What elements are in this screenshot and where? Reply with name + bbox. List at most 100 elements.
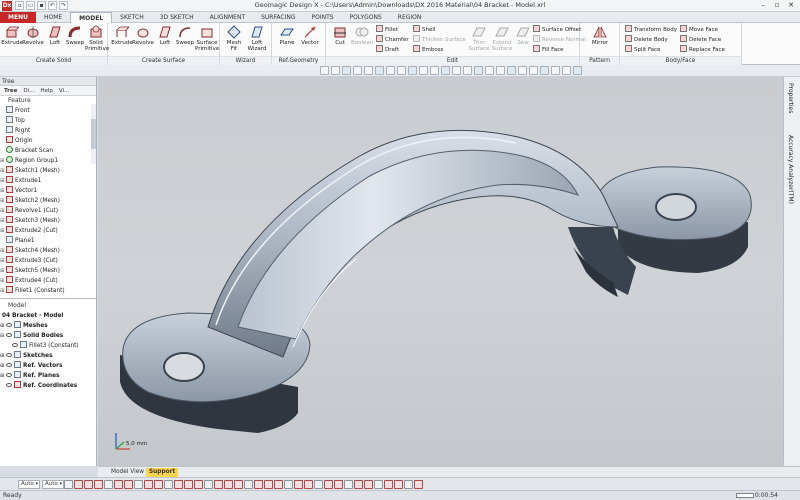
select-sketch-icon[interactable] (134, 480, 143, 489)
display-mode-icon[interactable] (452, 66, 461, 75)
tab-display[interactable]: Di... (21, 86, 36, 95)
through-select-icon[interactable] (284, 480, 293, 489)
tab-points[interactable]: POINTS (303, 12, 341, 23)
visible-only-icon[interactable] (274, 480, 283, 489)
tree-item-sketch1[interactable]: ⊞ Sketch1 (Mesh) (0, 166, 96, 176)
lasso-select-icon[interactable] (474, 66, 483, 75)
boolean-button[interactable]: Boolean (351, 25, 373, 46)
view-cube-icon[interactable] (331, 66, 340, 75)
solid-primitive-button[interactable]: Solid Primitive (85, 25, 109, 52)
tree-item-revolve1[interactable]: ⊞ Revolve1 (Cut) (0, 206, 96, 216)
polyline-select-icon[interactable] (194, 480, 203, 489)
surface-revolve-button[interactable]: Revolve (132, 25, 154, 46)
brush-select-icon[interactable] (485, 66, 494, 75)
surface-primitive-button[interactable]: Surface Primitive (195, 25, 219, 52)
tree-item-front[interactable]: Front (0, 106, 96, 116)
trim-surface-button[interactable]: Trim Surface (468, 25, 490, 52)
selection-filter-combo[interactable]: Auto (18, 480, 40, 489)
tab-home[interactable]: HOME (36, 12, 70, 23)
solid-extrude-button[interactable]: Extrude (1, 25, 23, 46)
eye-icon[interactable] (6, 373, 12, 377)
reverse-normal-button[interactable]: Reverse Normal (533, 35, 586, 44)
model-item-solid-bodies[interactable]: ⊟ Solid Bodies (0, 331, 96, 341)
select-face-icon[interactable] (94, 480, 103, 489)
section-view-icon[interactable] (430, 66, 439, 75)
tab-properties[interactable]: Properties (787, 83, 794, 113)
transform-body-button[interactable]: Transform Body (625, 25, 677, 34)
tree-scrollbar[interactable] (91, 104, 96, 164)
tab-model-view[interactable]: Model View (108, 468, 147, 477)
model-item-sketches[interactable]: ⊞ Sketches (0, 351, 96, 361)
shell-button[interactable]: Shell (413, 25, 435, 34)
ortho-icon[interactable] (384, 480, 393, 489)
zoom-icon[interactable] (397, 66, 406, 75)
cut-button[interactable]: Cut (329, 25, 351, 46)
surface-offset-button[interactable]: Surface Offset (533, 25, 581, 34)
screenshot-icon[interactable] (414, 480, 423, 489)
view-select-icon[interactable] (320, 66, 329, 75)
surface-loft-button[interactable]: Loft (154, 25, 176, 46)
filter-icon[interactable] (496, 66, 505, 75)
loft-wizard-button[interactable]: Loft Wizard (246, 25, 268, 52)
selection-mode-combo[interactable]: Auto (42, 480, 64, 489)
visibility-icon[interactable] (507, 66, 516, 75)
view-front-icon[interactable] (342, 66, 351, 75)
layer-icon[interactable] (324, 480, 333, 489)
minimize-icon[interactable]: – (756, 0, 770, 11)
rotate-icon[interactable] (408, 66, 417, 75)
freeform-select-icon[interactable] (204, 480, 213, 489)
select-vector-icon[interactable] (144, 480, 153, 489)
mirror-button[interactable]: Mirror (589, 25, 611, 46)
undo-view-icon[interactable] (540, 66, 549, 75)
clipping-icon[interactable] (562, 66, 571, 75)
rect-select-icon[interactable] (174, 480, 183, 489)
select-body-icon[interactable] (104, 480, 113, 489)
tab-view[interactable]: Vi... (57, 86, 71, 95)
tree-item-sketch2[interactable]: ⊞ Sketch2 (Mesh) (0, 196, 96, 206)
isolate-icon[interactable] (314, 480, 323, 489)
tree-item-sketch5[interactable]: ⊞ Sketch5 (Mesh) (0, 266, 96, 276)
hide-icon[interactable] (294, 480, 303, 489)
tab-menu[interactable]: MENU (0, 12, 36, 23)
chamfer-button[interactable]: Chamfer (376, 35, 409, 44)
tree-item-top[interactable]: Top (0, 116, 96, 126)
model-item-ref-vectors[interactable]: ⊞ Ref. Vectors (0, 361, 96, 371)
model-item-fillet3[interactable]: Fillet3 (Constant) (0, 341, 96, 351)
invert-select-icon[interactable] (234, 480, 243, 489)
render-shaded-icon[interactable] (364, 66, 373, 75)
eye-icon[interactable] (6, 363, 12, 367)
delete-face-button[interactable]: Delete Face (680, 35, 721, 44)
eye-icon[interactable] (6, 353, 12, 357)
circle-select-icon[interactable] (184, 480, 193, 489)
redo-view-icon[interactable] (551, 66, 560, 75)
show-icon[interactable] (304, 480, 313, 489)
select-point-icon[interactable] (74, 480, 83, 489)
fillet-button[interactable]: Fillet (376, 25, 398, 34)
emboss-button[interactable]: Emboss (413, 45, 443, 54)
3d-viewport[interactable]: 5.0 mm (98, 77, 783, 466)
tab-surfacing[interactable]: SURFACING (253, 12, 303, 23)
normal-icon[interactable] (354, 480, 363, 489)
split-face-button[interactable]: Split Face (625, 45, 660, 54)
draft-button[interactable]: Draft (376, 45, 399, 54)
measure-icon[interactable] (529, 66, 538, 75)
tab-sketch[interactable]: SKETCH (112, 12, 152, 23)
grid-icon[interactable] (364, 480, 373, 489)
solid-sweep-button[interactable]: Sweep (64, 25, 86, 46)
tree-item-sketch4[interactable]: ⊞ Sketch4 (Mesh) (0, 246, 96, 256)
solid-loft-button[interactable]: Loft (44, 25, 66, 46)
snap-grid-icon[interactable] (374, 480, 383, 489)
lighting-icon[interactable] (441, 66, 450, 75)
tree-item-sketch3[interactable]: ⊞ Sketch3 (Mesh) (0, 216, 96, 226)
model-root[interactable]: 04 Bracket - Model (0, 311, 96, 321)
mesh-fit-button[interactable]: Mesh Fit (223, 25, 245, 52)
surface-sweep-button[interactable]: Sweep (174, 25, 196, 46)
fill-face-button[interactable]: Fill Face (533, 45, 564, 54)
surface-extrude-button[interactable]: Extrude (111, 25, 133, 46)
view-iso-icon[interactable] (353, 66, 362, 75)
shrink-select-icon[interactable] (264, 480, 273, 489)
plane-button[interactable]: Plane (276, 25, 298, 46)
tree-item-extrude4[interactable]: ⊞ Extrude4 (Cut) (0, 276, 96, 286)
tree-scrollbar-thumb[interactable] (91, 119, 96, 149)
model-item-ref-planes[interactable]: ⊞ Ref. Planes (0, 371, 96, 381)
